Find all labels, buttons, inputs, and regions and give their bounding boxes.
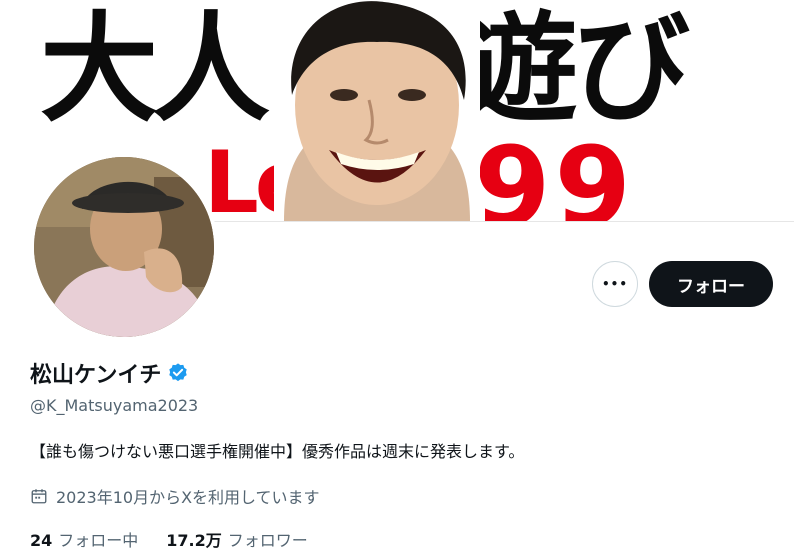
display-name: 松山ケンイチ (30, 363, 162, 388)
followers-label: フォロワー (227, 531, 308, 550)
banner-number-text: 99 (474, 123, 636, 222)
follow-button[interactable]: フォロー (649, 261, 773, 307)
followers-count: 17.2万 (166, 531, 222, 550)
following-count: 24 (30, 531, 53, 550)
profile-name-row: 松山ケンイチ (30, 357, 189, 389)
banner-title-left: 大人 (40, 0, 270, 138)
following-label: フォロー中 (58, 531, 139, 550)
profile-stats: 24 フォロー中 17.2万 フォロワー (30, 527, 308, 551)
banner-face-photo (274, 0, 480, 221)
profile-handle: @K_Matsuyama2023 (30, 396, 199, 415)
calendar-icon (31, 489, 47, 504)
banner-title-right: 遊び (460, 0, 690, 138)
join-date-text: 2023年10月からXを利用しています (56, 488, 320, 507)
verified-badge-icon[interactable] (167, 362, 189, 384)
profile-bio: 【誰も傷つけない悪口選手権開催中】優秀作品は週末に発表します。 (30, 442, 525, 461)
avatar-photo (34, 157, 214, 337)
more-icon: ••• (601, 277, 628, 291)
followers-link[interactable]: 17.2万 フォロワー (166, 527, 308, 551)
following-link[interactable]: 24 フォロー中 (30, 527, 138, 551)
join-date: 2023年10月からXを利用しています (30, 484, 320, 508)
profile-avatar[interactable] (30, 153, 218, 341)
more-button[interactable]: ••• (592, 261, 638, 307)
